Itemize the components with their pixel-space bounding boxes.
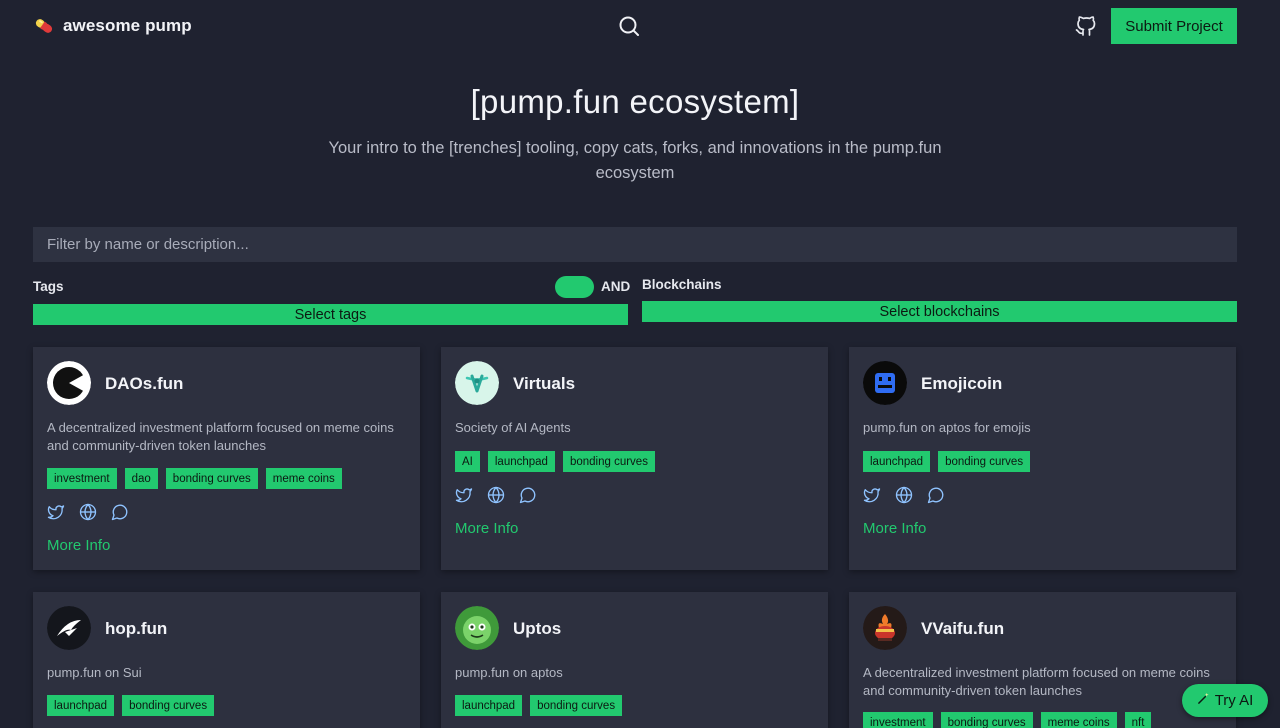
tag[interactable]: bonding curves — [165, 468, 258, 489]
more-info-link[interactable]: More Info — [47, 537, 110, 554]
globe-icon[interactable] — [895, 486, 913, 504]
filter-input[interactable] — [33, 227, 1237, 262]
try-ai-label: Try AI — [1214, 692, 1254, 709]
link-icons — [863, 486, 945, 504]
and-toggle[interactable] — [555, 276, 594, 298]
project-card: hop.fun pump.fun on Sui launchpad bondin… — [33, 592, 420, 728]
globe-icon[interactable] — [487, 486, 505, 504]
card-title: Emojicoin — [921, 374, 1003, 393]
uptos-logo-icon — [455, 606, 499, 650]
emojicoin-logo-icon — [863, 361, 907, 405]
tag-list: investment bonding curves meme coins nft — [863, 712, 1152, 728]
more-info-link[interactable]: More Info — [455, 520, 518, 537]
try-ai-button[interactable]: Try AI — [1182, 684, 1268, 717]
header: awesome pump Submit Project — [0, 0, 1280, 54]
card-title: Virtuals — [513, 374, 576, 393]
tags-label: Tags — [33, 279, 64, 294]
card-description: A decentralized investment platform focu… — [47, 420, 394, 453]
tag[interactable]: bonding curves — [530, 695, 623, 716]
tag[interactable]: launchpad — [487, 451, 555, 472]
logo-text: awesome pump — [63, 16, 192, 35]
project-card: DAOs.fun A decentralized investment plat… — [33, 347, 420, 570]
logo-link[interactable]: awesome pump — [33, 14, 192, 38]
daos-logo-icon — [47, 361, 91, 405]
card-description: A decentralized investment platform focu… — [863, 665, 1210, 698]
twitter-icon[interactable] — [47, 503, 65, 521]
magic-wand-icon — [1197, 692, 1210, 709]
page-title: [pump.fun ecosystem] — [470, 83, 800, 120]
card-description: pump.fun on Sui — [47, 665, 142, 680]
tag-list: launchpad bonding curves — [455, 695, 623, 716]
submit-project-button[interactable]: Submit Project — [1111, 8, 1237, 44]
search-icon[interactable] — [617, 14, 641, 38]
tag[interactable]: bonding curves — [938, 451, 1031, 472]
project-card: Uptos pump.fun on aptos launchpad bondin… — [441, 592, 828, 728]
tag[interactable]: bonding curves — [562, 451, 655, 472]
project-card: VVaifu.fun A decentralized investment pl… — [849, 592, 1236, 728]
card-title: DAOs.fun — [105, 374, 184, 393]
twitter-icon[interactable] — [455, 486, 473, 504]
link-icons — [47, 503, 129, 521]
tag-list: investment dao bonding curves meme coins — [47, 468, 342, 489]
github-icon[interactable] — [1074, 14, 1098, 38]
tag[interactable]: nft — [1124, 712, 1152, 728]
card-title: hop.fun — [105, 619, 168, 638]
project-card: Emojicoin pump.fun on aptos for emojis l… — [849, 347, 1236, 570]
and-label: AND — [601, 279, 631, 294]
chat-icon[interactable] — [927, 486, 945, 504]
tag[interactable]: AI — [455, 451, 480, 472]
tag[interactable]: investment — [863, 712, 933, 728]
tag[interactable]: launchpad — [47, 695, 115, 716]
tag[interactable]: launchpad — [863, 451, 931, 472]
page: awesome pump Submit Project [pump.fun ec… — [0, 0, 1280, 728]
card-description: Society of AI Agents — [455, 420, 571, 435]
tag[interactable]: dao — [124, 468, 158, 489]
tag[interactable]: launchpad — [455, 695, 523, 716]
card-description: pump.fun on aptos for emojis — [863, 420, 1031, 435]
blockchains-label: Blockchains — [642, 277, 722, 292]
tag[interactable]: meme coins — [265, 468, 342, 489]
project-card: Virtuals Society of AI Agents AI launchp… — [441, 347, 828, 570]
tag-list: launchpad bonding curves — [863, 451, 1031, 472]
link-icons — [455, 486, 537, 504]
hop-logo-icon — [47, 606, 91, 650]
twitter-icon[interactable] — [863, 486, 881, 504]
virtuals-logo-icon — [455, 361, 499, 405]
select-blockchains-dropdown[interactable]: Select blockchains — [642, 301, 1237, 322]
tag-list: AI launchpad bonding curves — [455, 451, 655, 472]
card-description: pump.fun on aptos — [455, 665, 563, 680]
page-subtitle: Your intro to the [trenches] tooling, co… — [328, 139, 942, 182]
tag[interactable]: bonding curves — [940, 712, 1033, 728]
vvaifu-logo-icon — [863, 606, 907, 650]
chat-icon[interactable] — [519, 486, 537, 504]
globe-icon[interactable] — [79, 503, 97, 521]
tag[interactable]: investment — [47, 468, 117, 489]
tag[interactable]: meme coins — [1040, 712, 1117, 728]
tag-list: launchpad bonding curves — [47, 695, 215, 716]
more-info-link[interactable]: More Info — [863, 520, 926, 537]
chat-icon[interactable] — [111, 503, 129, 521]
select-tags-dropdown[interactable]: Select tags — [33, 304, 628, 325]
card-title: Uptos — [513, 619, 562, 638]
tag[interactable]: bonding curves — [122, 695, 215, 716]
pill-icon — [33, 15, 55, 37]
card-title: VVaifu.fun — [921, 619, 1005, 638]
